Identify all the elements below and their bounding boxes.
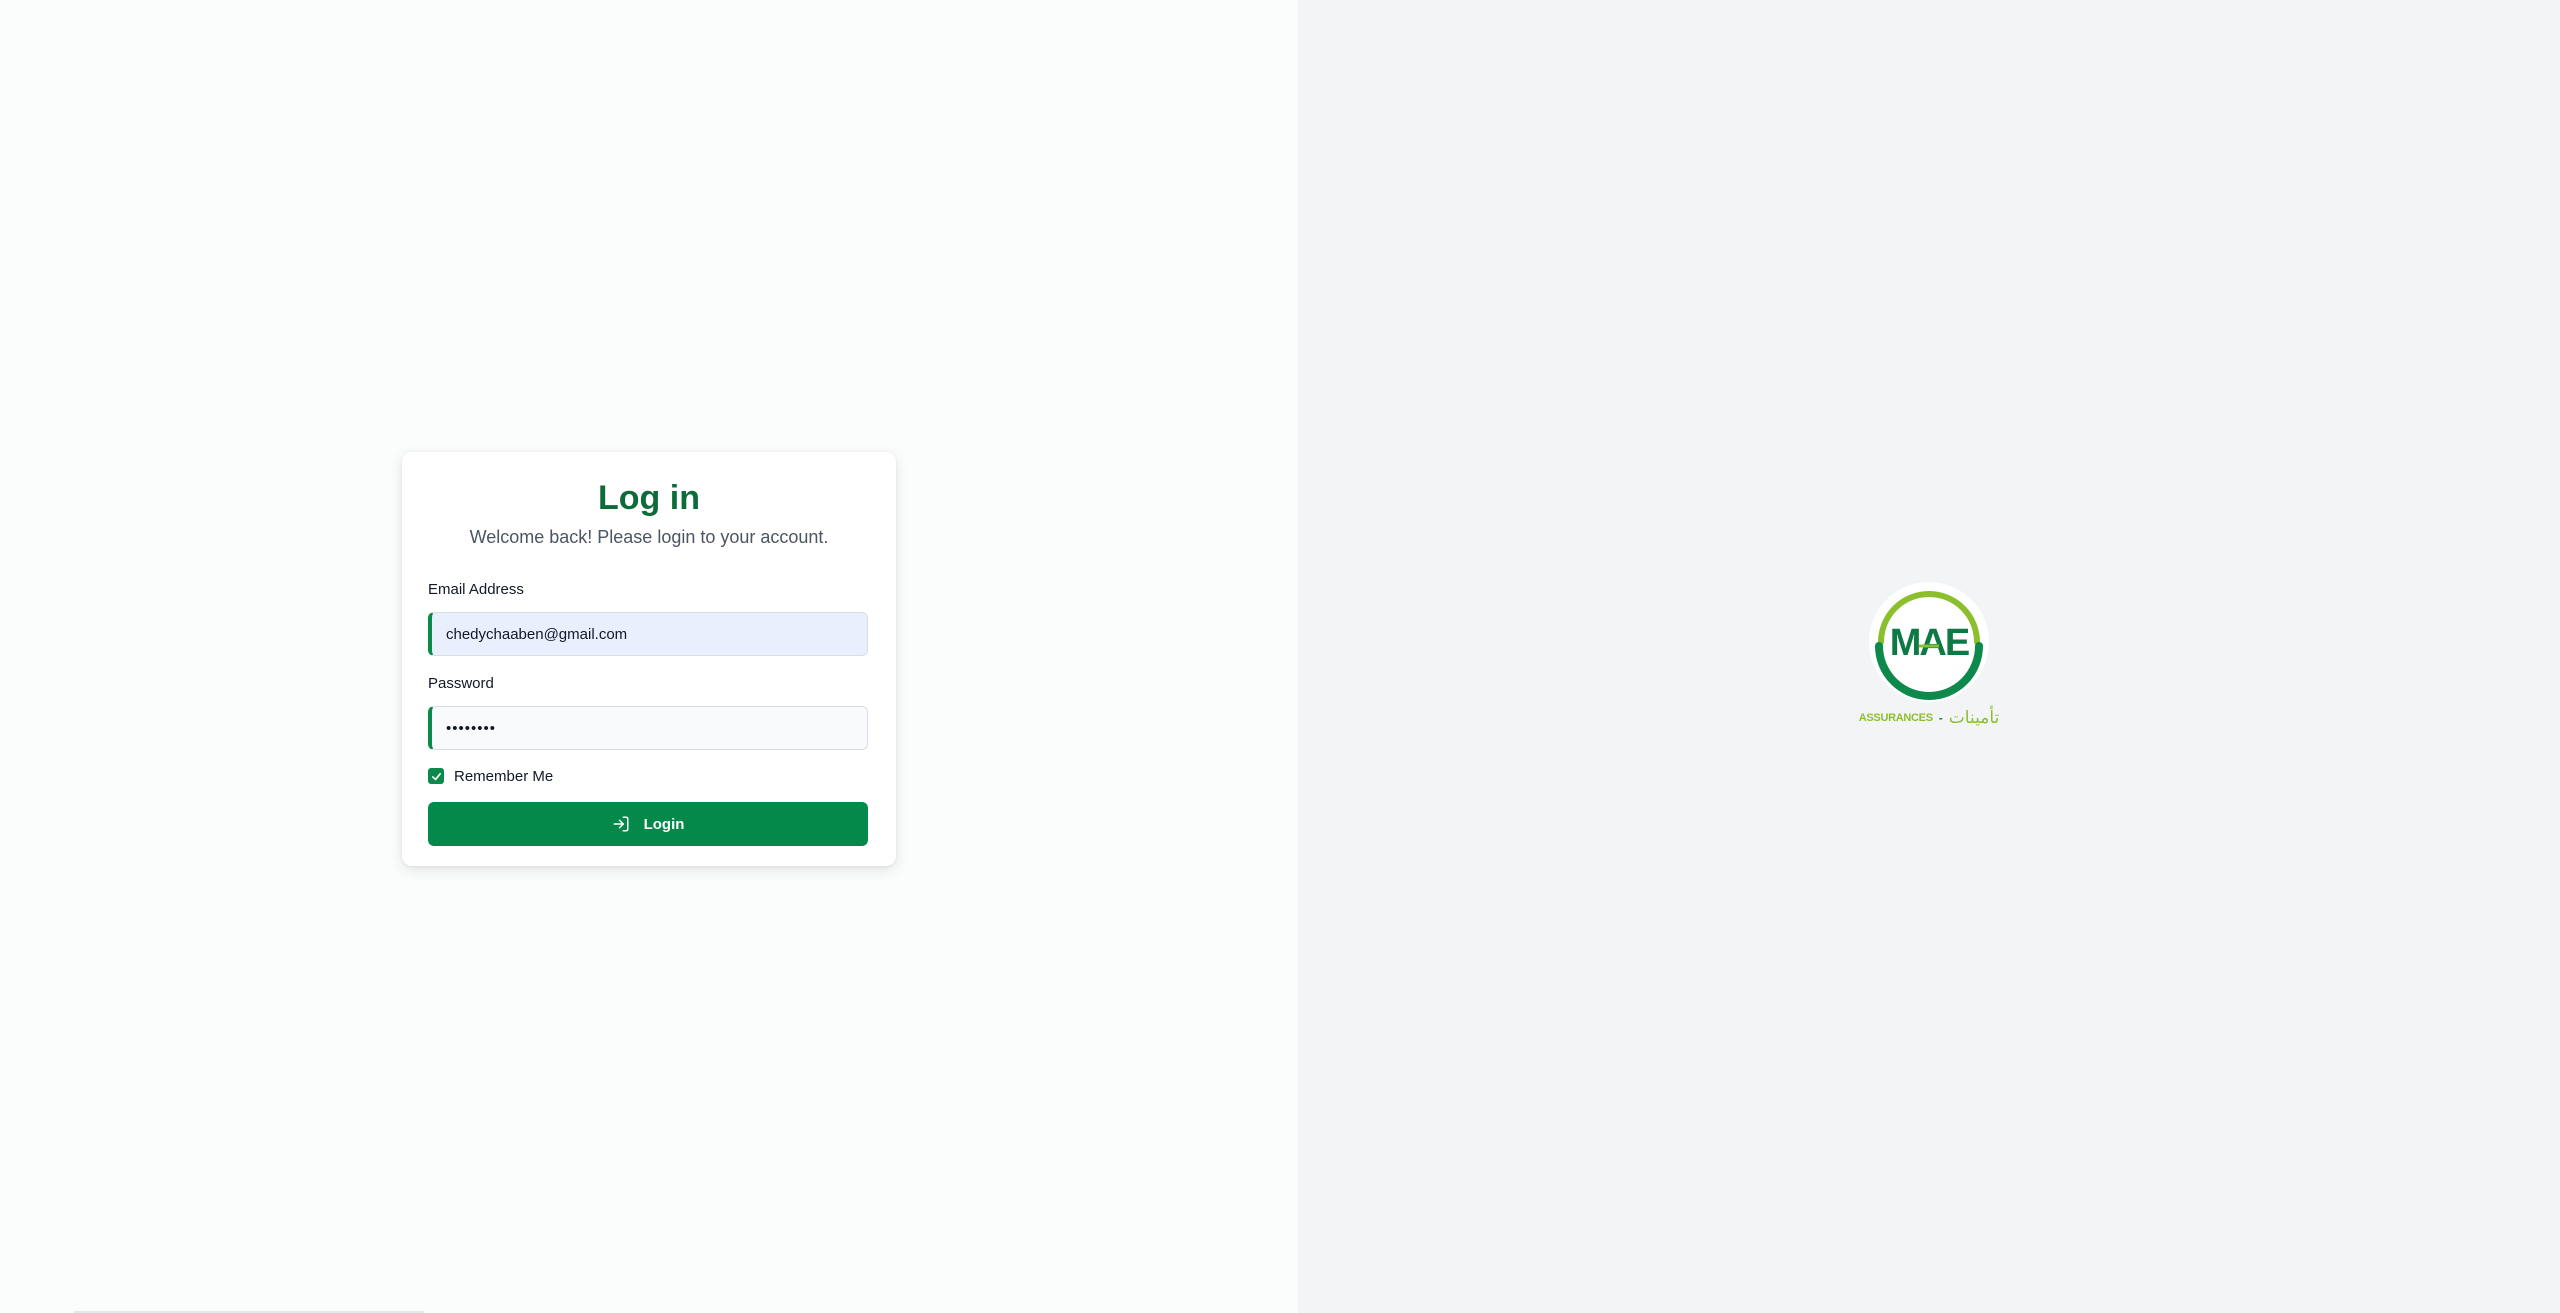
login-button-label: Login <box>643 815 685 833</box>
remember-me-checkbox[interactable] <box>428 768 444 784</box>
logo-tagline: ASSURANCES - تأمينات <box>1854 708 2004 728</box>
logo-text: MAE <box>1890 622 1969 664</box>
login-page: Log in Welcome back! Please login to you… <box>0 0 2560 1313</box>
login-arrow-icon <box>612 815 630 833</box>
email-field[interactable] <box>428 612 868 656</box>
page-title: Log in <box>598 479 700 517</box>
login-button[interactable]: Login <box>428 802 868 846</box>
password-label: Password <box>428 675 494 692</box>
logo-emblem: MAE <box>1867 580 1991 704</box>
brand-logo: MAE ASSURANCES - تأمينات <box>1854 580 2004 728</box>
tagline-latin: ASSURANCES <box>1858 712 1933 724</box>
tagline-separator: - <box>1938 711 1943 725</box>
email-label: Email Address <box>428 581 524 598</box>
check-icon <box>431 772 441 780</box>
remember-me-row[interactable]: Remember Me <box>428 766 870 786</box>
remember-me-label: Remember Me <box>454 767 554 785</box>
tagline-arabic: تأمينات <box>1948 708 2000 728</box>
login-card: Log in Welcome back! Please login to you… <box>402 452 896 866</box>
password-field[interactable] <box>428 706 868 750</box>
welcome-subtitle: Welcome back! Please login to your accou… <box>469 527 829 547</box>
left-pane: Log in Welcome back! Please login to you… <box>0 0 1298 1313</box>
right-pane: MAE ASSURANCES - تأمينات <box>1298 0 2560 1313</box>
